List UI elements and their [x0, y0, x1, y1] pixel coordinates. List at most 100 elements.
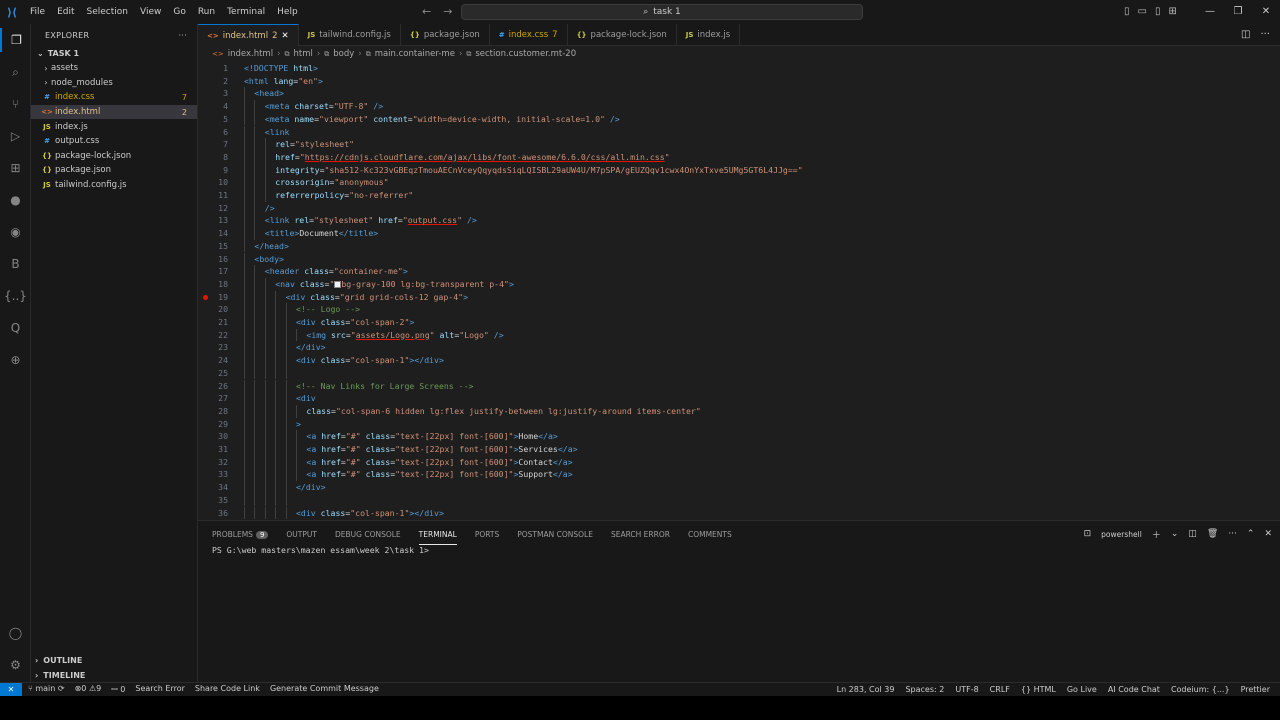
status-item-prettier[interactable]: Prettier — [1241, 685, 1270, 694]
indent-guide — [244, 455, 245, 469]
file-item-node-modules[interactable]: › node_modules — [31, 76, 197, 91]
extensions-icon[interactable]: ⊞ — [0, 156, 31, 180]
status-item-spaces-2[interactable]: Spaces: 2 — [905, 685, 944, 694]
graph-icon[interactable]: ⊕ — [0, 348, 31, 372]
status-item-go-live[interactable]: Go Live — [1067, 685, 1097, 694]
braces-icon[interactable]: {..} — [0, 284, 31, 308]
tab-index-html[interactable]: <> index.html 2 ✕ — [198, 24, 299, 46]
breadcrumb-item[interactable]: html — [293, 49, 312, 59]
menu-item-help[interactable]: Help — [271, 0, 304, 24]
status-item-ln-283-col-39[interactable]: Ln 283, Col 39 — [837, 685, 895, 694]
code-token: > — [463, 291, 469, 302]
terminal-dropdown-icon[interactable]: ⌄ — [1171, 529, 1179, 539]
branch-status[interactable]: ⑂ main ⟳ — [28, 684, 65, 695]
status-share-code-link[interactable]: Share Code Link — [195, 684, 260, 695]
command-center-search[interactable]: ⌕ task 1 — [461, 4, 863, 20]
toggle-secondary-sidebar-icon[interactable]: ▯ — [1155, 0, 1161, 24]
menu-item-file[interactable]: File — [24, 0, 51, 24]
menu-item-run[interactable]: Run — [192, 0, 221, 24]
code-editor[interactable]: 1 <!DOCTYPE html> 2 <html lang="en"> 3 <head>… — [198, 62, 1280, 520]
file-item-index-css[interactable]: # index.css 7 — [31, 90, 197, 105]
status-item-crlf[interactable]: CRLF — [990, 685, 1010, 694]
panel-tab-ports[interactable]: PORTS — [475, 530, 499, 539]
status-search-error[interactable]: Search Error — [135, 684, 185, 695]
ports-status[interactable]: ꟷ 0 — [111, 684, 125, 695]
new-terminal-icon[interactable]: ＋ — [1152, 528, 1161, 541]
status-item-codeium-[interactable]: Codeium: {...} — [1171, 685, 1230, 694]
menu-item-go[interactable]: Go — [167, 0, 191, 24]
menu-item-selection[interactable]: Selection — [81, 0, 134, 24]
toggle-panel-icon[interactable]: ▭ — [1138, 0, 1147, 24]
code-token: "stylesheet" — [294, 139, 355, 150]
source-control-icon[interactable]: ⑂ — [0, 92, 31, 116]
status-item-ai-code-chat[interactable]: AI Code Chat — [1108, 685, 1160, 694]
toggle-sidebar-icon[interactable]: ▯ — [1124, 0, 1130, 24]
file-item-index-html[interactable]: <> index.html 2 — [31, 104, 197, 120]
panel-tab-output[interactable]: OUTPUT — [286, 530, 317, 539]
maximize-panel-icon[interactable]: ⌃ — [1247, 529, 1255, 539]
breadcrumb-item[interactable]: section.customer.mt-20 — [475, 49, 576, 59]
workspace-folder[interactable]: ⌄ TASK 1 — [31, 46, 197, 61]
status-item-utf-8[interactable]: UTF-8 — [955, 685, 978, 694]
code-text: class="col-span-6 hidden lg:flex justify… — [306, 405, 700, 418]
minimize-icon[interactable]: — — [1196, 0, 1224, 24]
kill-terminal-icon[interactable]: 🗑 — [1207, 529, 1218, 539]
outline-section[interactable]: › OUTLINE — [31, 653, 198, 667]
back-arrow-icon[interactable]: ← — [422, 0, 431, 24]
timeline-section[interactable]: › TIMELINE — [31, 668, 198, 682]
status-generate-commit[interactable]: Generate Commit Message — [270, 684, 379, 695]
tab-tailwind-config-js[interactable]: JS tailwind.config.js — [299, 24, 401, 46]
explorer-icon[interactable]: ❐ — [0, 28, 31, 52]
run-debug-icon[interactable]: ▷ — [0, 124, 31, 148]
menu-item-terminal[interactable]: Terminal — [221, 0, 271, 24]
tab-index-js[interactable]: JS index.js — [677, 24, 741, 46]
indent-guide — [244, 379, 245, 393]
remote-indicator-icon[interactable]: ✕ — [0, 682, 22, 697]
q-tool-icon[interactable]: Q — [0, 316, 31, 340]
file-item-tailwind-config-js[interactable]: JS tailwind.config.js — [31, 178, 197, 193]
indent-guide — [264, 417, 266, 431]
search-activity-icon[interactable]: ⌕ — [0, 60, 31, 84]
breadcrumb-item[interactable]: main.container-me — [375, 49, 455, 59]
breadcrumb-item[interactable]: body — [333, 49, 354, 59]
shell-name[interactable]: powershell — [1101, 530, 1142, 539]
customize-layout-icon[interactable]: ⊞ — [1168, 0, 1176, 24]
close-tab-icon[interactable]: ✕ — [281, 31, 288, 41]
file-item-package-lock-json[interactable]: {} package-lock.json — [31, 149, 197, 164]
more-panel-actions-icon[interactable]: ··· — [1228, 529, 1237, 539]
terminal-output[interactable]: PS G:\web masters\mazen essam\week 2\tas… — [212, 545, 429, 555]
forward-arrow-icon[interactable]: → — [443, 0, 452, 24]
json-tool-icon[interactable]: ● — [0, 188, 31, 212]
account-icon[interactable]: ◯ — [0, 621, 31, 645]
breadcrumb-item[interactable]: index.html — [228, 49, 273, 59]
more-editor-actions-icon[interactable]: ··· — [1260, 24, 1270, 46]
split-terminal-icon[interactable]: ◫ — [1188, 529, 1197, 539]
menu-item-edit[interactable]: Edit — [51, 0, 80, 24]
tab-package-json[interactable]: {} package.json — [401, 24, 490, 46]
more-actions-icon[interactable]: ··· — [178, 31, 187, 40]
panel-tab-terminal[interactable]: TERMINAL — [418, 530, 457, 545]
settings-gear-icon[interactable]: ⚙ — [0, 653, 31, 677]
file-item-index-js[interactable]: JS index.js — [31, 119, 197, 134]
menu-item-view[interactable]: View — [134, 0, 167, 24]
code-line: 27 <div — [198, 392, 1280, 405]
tab-package-lock-json[interactable]: {} package-lock.json — [568, 24, 677, 46]
problems-status[interactable]: ⊗0 ⚠9 — [75, 684, 102, 695]
code-token: </a> — [552, 469, 573, 480]
panel-tab-debug-console[interactable]: DEBUG CONSOLE — [335, 530, 401, 539]
file-item-assets[interactable]: › assets — [31, 61, 197, 76]
panel-tab-comments[interactable]: COMMENTS — [688, 530, 732, 539]
split-editor-icon[interactable]: ◫ — [1241, 24, 1250, 46]
bookmark-b-icon[interactable]: B — [0, 252, 31, 276]
panel-tab-postman-console[interactable]: POSTMAN CONSOLE — [517, 530, 593, 539]
panel-tab-problems[interactable]: PROBLEMS 9 — [212, 530, 269, 539]
close-window-icon[interactable]: ✕ — [1252, 0, 1280, 24]
panel-tab-search-error[interactable]: SEARCH ERROR — [611, 530, 670, 539]
file-item-output-css[interactable]: # output.css — [31, 134, 197, 149]
status-item--html[interactable]: {} HTML — [1021, 685, 1056, 694]
file-item-package-json[interactable]: {} package.json — [31, 163, 197, 178]
postman-icon[interactable]: ◉ — [0, 220, 31, 244]
close-panel-icon[interactable]: ✕ — [1264, 529, 1272, 539]
tab-index-css[interactable]: # index.css 7 — [490, 24, 568, 46]
maximize-icon[interactable]: ❐ — [1224, 0, 1252, 24]
